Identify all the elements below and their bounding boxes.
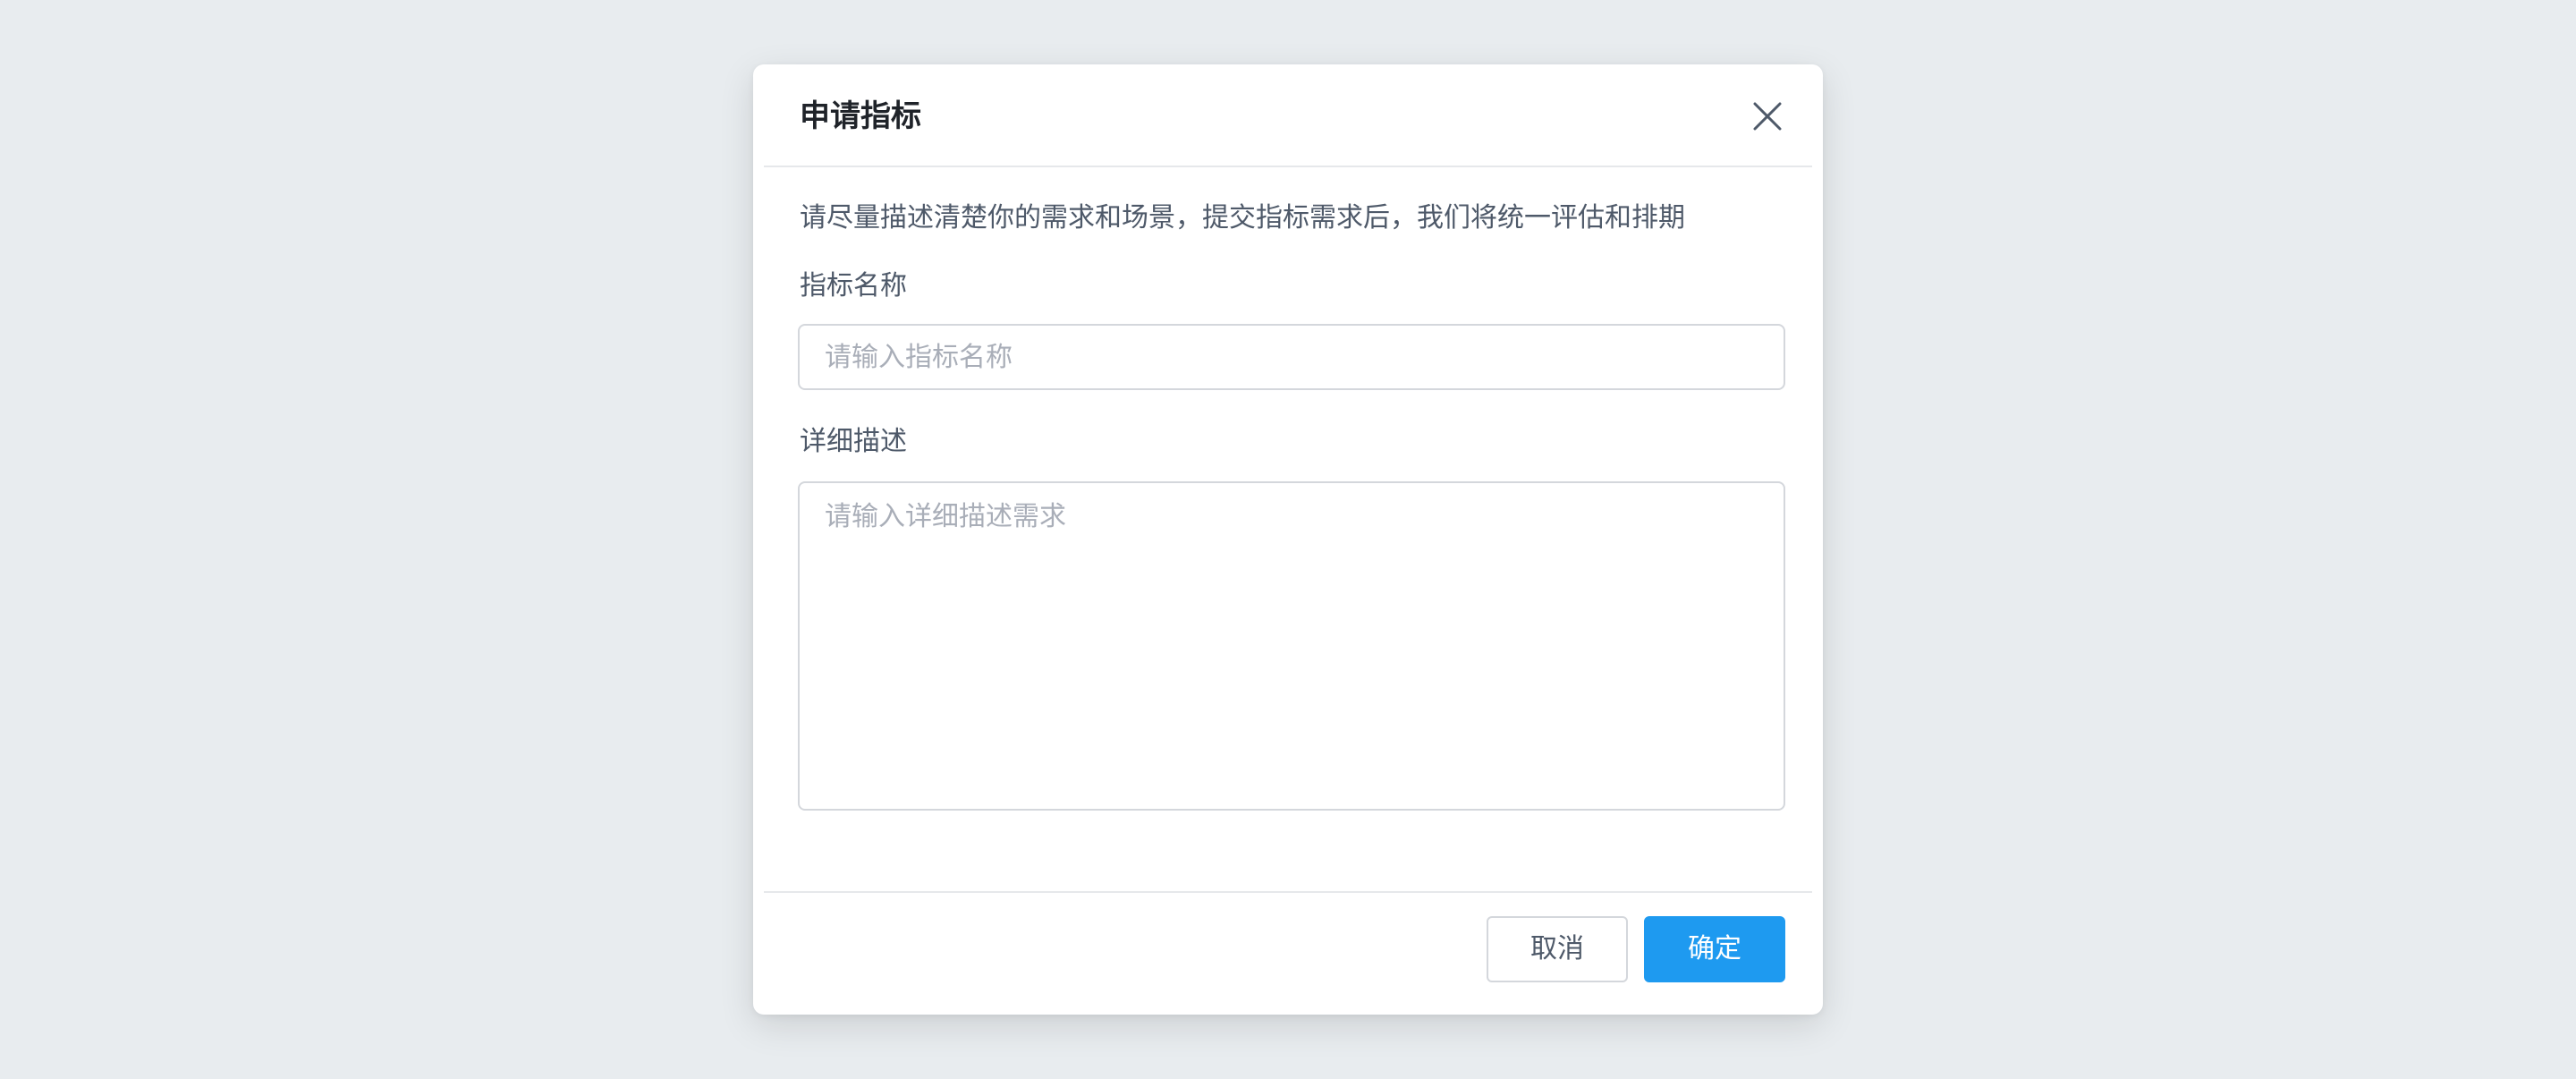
footer-divider xyxy=(764,891,1812,893)
header-divider xyxy=(764,166,1812,167)
close-icon xyxy=(1753,102,1782,131)
dialog-intro-text: 请尽量描述清楚你的需求和场景，提交指标需求后，我们将统一评估和排期 xyxy=(800,202,1685,234)
description-textarea[interactable] xyxy=(798,481,1785,811)
dialog-title: 申请指标 xyxy=(800,98,921,134)
description-label: 详细描述 xyxy=(800,426,907,457)
metric-name-input[interactable] xyxy=(798,324,1785,390)
confirm-button[interactable]: 确定 xyxy=(1644,916,1785,982)
close-button[interactable] xyxy=(1748,97,1787,136)
metric-name-label: 指标名称 xyxy=(800,270,907,302)
dialog-header: 申请指标 xyxy=(753,64,1823,166)
apply-metric-dialog: 申请指标 请尽量描述清楚你的需求和场景，提交指标需求后，我们将统一评估和排期 指… xyxy=(753,64,1823,1015)
cancel-button[interactable]: 取消 xyxy=(1487,916,1628,982)
